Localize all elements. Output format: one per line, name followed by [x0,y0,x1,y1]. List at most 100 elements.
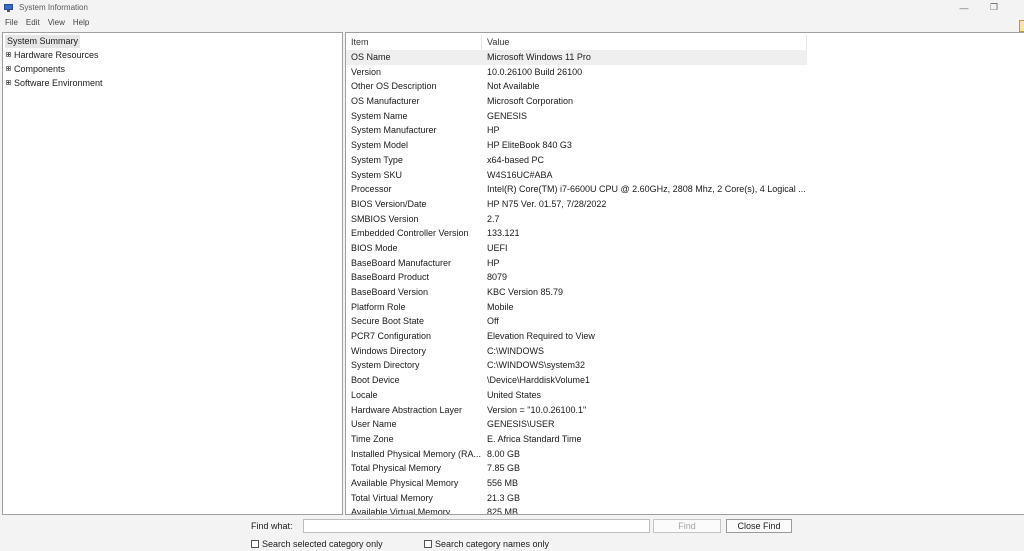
tree-item-components[interactable]: Components [6,63,65,76]
category-tree[interactable]: System Summary Hardware Resources Compon… [2,32,343,515]
table-row[interactable]: Boot Device \Device\HarddiskVolume1 [346,373,807,388]
row-value-cell: Elevation Required to View [487,331,595,342]
row-item-cell: BIOS Mode [351,242,398,253]
table-row[interactable]: System Type x64-based PC [346,153,807,168]
column-header-value[interactable]: Value [482,35,807,50]
table-row[interactable]: Locale United States [346,388,807,403]
close-find-button[interactable]: Close Find [726,519,792,533]
row-item-cell: OS Name [351,52,391,62]
row-value-cell: \Device\HarddiskVolume1 [487,375,591,386]
details-list[interactable]: Item Value OS Name Microsoft Windows 11 P… [345,32,1024,515]
row-item-cell: User Name [351,419,397,430]
row-item-cell: Platform Role [351,301,406,312]
row-value-cell: x64-based PC [487,154,545,165]
table-row[interactable]: System Directory C:\WINDOWS\system32 [346,358,807,373]
table-row[interactable]: Other OS Description Not Available [346,79,807,94]
row-item-cell: Secure Boot State [351,316,425,327]
list-header: Item Value [346,35,807,50]
menu-bar: File Edit View Help [0,15,1024,29]
table-row[interactable]: Available Virtual Memory 825 MB [346,505,807,515]
tree-item-software-environment[interactable]: Software Environment [6,77,103,90]
row-value-cell: 556 MB [487,477,519,488]
table-row[interactable]: Windows Directory C:\WINDOWS [346,344,807,359]
row-value-cell: Off [487,316,499,327]
table-row[interactable]: System Manufacturer HP [346,123,807,138]
row-item-cell: Installed Physical Memory (RA... [351,448,482,459]
row-value-cell: HP [487,125,500,136]
table-row[interactable]: Version 10.0.26100 Build 26100 [346,65,807,80]
table-row[interactable]: Embedded Controller Version 133.121 [346,226,807,241]
search-selected-category-checkbox[interactable]: Search selected category only [251,539,383,549]
row-value-cell: 10.0.26100 Build 26100 [487,66,583,77]
row-item-cell: BaseBoard Manufacturer [351,257,452,268]
table-row[interactable]: PCR7 Configuration Elevation Required to … [346,329,807,344]
row-value-cell: UEFI [487,242,508,253]
tree-item-hardware-resources[interactable]: Hardware Resources [6,49,99,62]
table-row[interactable]: Total Virtual Memory 21.3 GB [346,491,807,506]
row-value-cell: 21.3 GB [487,492,521,503]
minimize-button[interactable]: — [950,0,978,15]
table-row[interactable]: Installed Physical Memory (RA... 8.00 GB [346,447,807,462]
row-item-cell: Total Physical Memory [351,463,442,474]
row-item-cell: System Directory [351,360,420,371]
table-row[interactable]: User Name GENESIS\USER [346,417,807,432]
row-value-cell: Not Available [487,81,540,92]
table-row[interactable]: BaseBoard Version KBC Version 85.79 [346,285,807,300]
table-row[interactable]: System SKU W4S16UC#ABA [346,168,807,183]
table-row[interactable]: System Name GENESIS [346,109,807,124]
title-bar: System Information — ❐ [0,0,1024,15]
table-row[interactable]: OS Manufacturer Microsoft Corporation [346,94,807,109]
table-row[interactable]: Secure Boot State Off [346,314,807,329]
find-button[interactable]: Find [653,519,721,533]
table-row[interactable]: Platform Role Mobile [346,300,807,315]
table-row[interactable]: Available Physical Memory 556 MB [346,476,807,491]
row-item-cell: System Manufacturer [351,125,437,136]
checkbox-box[interactable] [251,540,259,548]
row-item-cell: Boot Device [351,375,400,386]
table-row[interactable]: System Model HP EliteBook 840 G3 [346,138,807,153]
table-row[interactable]: OS Name Microsoft Windows 11 Pro [346,50,807,65]
checkbox-box[interactable] [424,540,432,548]
table-row[interactable]: BaseBoard Product 8079 [346,270,807,285]
window-title: System Information [19,3,88,12]
find-what-input[interactable] [303,519,650,533]
row-item-cell: Processor [351,184,392,195]
tree-item-label: Hardware Resources [14,50,99,60]
menu-edit[interactable]: Edit [26,18,40,27]
expand-icon[interactable] [6,66,11,72]
table-row[interactable]: Hardware Abstraction Layer Version = "10.… [346,403,807,418]
menu-help[interactable]: Help [73,18,89,27]
expand-icon[interactable] [6,80,11,86]
row-item-cell: OS Manufacturer [351,96,420,107]
table-row[interactable]: BIOS Mode UEFI [346,241,807,256]
row-item-cell: Hardware Abstraction Layer [351,404,463,415]
expand-icon[interactable] [6,52,11,58]
row-value-cell: 825 MB [487,507,519,515]
row-item-cell: BaseBoard Product [351,272,430,283]
table-row[interactable]: Processor Intel(R) Core(TM) i7-6600U CPU … [346,182,807,197]
table-row[interactable]: Time Zone E. Africa Standard Time [346,432,807,447]
row-value-cell: KBC Version 85.79 [487,287,564,297]
row-item-cell: Time Zone [351,433,394,444]
table-row[interactable]: Total Physical Memory 7.85 GB [346,461,807,476]
table-row[interactable]: BIOS Version/Date HP N75 Ver. 01.57, 7/28… [346,197,807,212]
menu-file[interactable]: File [5,18,18,27]
search-category-names-checkbox[interactable]: Search category names only [424,539,549,549]
tree-item-system-summary[interactable]: System Summary [5,35,81,48]
row-value-cell: GENESIS [487,110,528,121]
row-value-cell: 133.121 [487,228,520,239]
row-item-cell: BIOS Version/Date [351,198,427,209]
row-value-cell: W4S16UC#ABA [487,169,553,180]
row-item-cell: Total Virtual Memory [351,492,433,503]
column-header-item[interactable]: Item [346,35,482,50]
table-row[interactable]: BaseBoard Manufacturer HP [346,256,807,271]
menu-view[interactable]: View [48,18,65,27]
row-value-cell: 7.85 GB [487,463,521,474]
restore-button[interactable]: ❐ [980,0,1008,15]
row-value-cell: United States [487,389,542,400]
row-item-cell: Locale [351,389,378,400]
row-value-cell: HP N75 Ver. 01.57, 7/28/2022 [487,198,607,209]
list-rows: OS Name Microsoft Windows 11 Pro Version 10… [346,50,807,515]
row-value-cell: E. Africa Standard Time [487,433,582,444]
table-row[interactable]: SMBIOS Version 2.7 [346,212,807,227]
